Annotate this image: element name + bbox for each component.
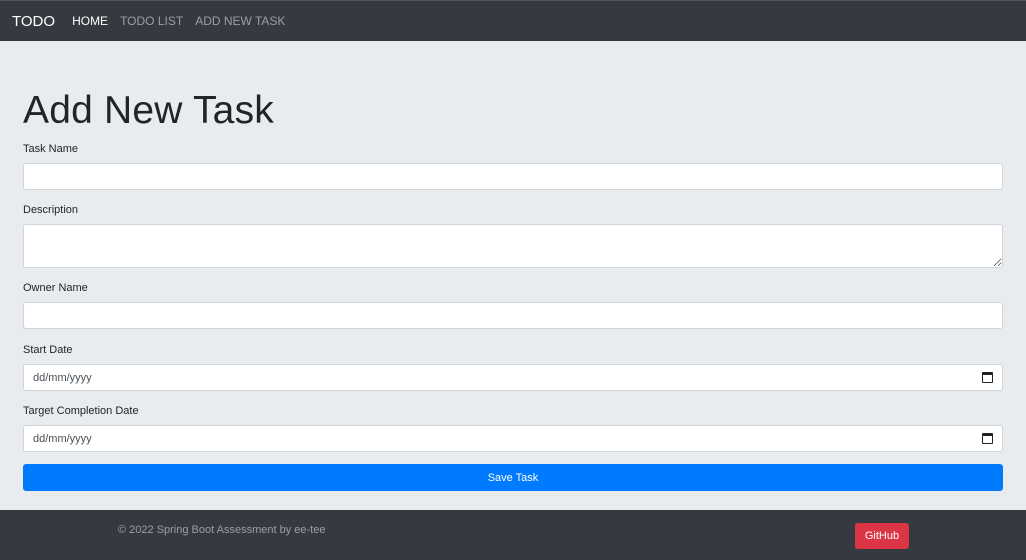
owner-name-label: Owner Name [23, 282, 88, 294]
nav-link-home[interactable]: HOME [72, 14, 108, 28]
top-navbar: TODO HOME TODO LIST ADD NEW TASK [0, 0, 1026, 41]
calendar-icon[interactable] [982, 433, 993, 444]
page-footer: © 2022 Spring Boot Assessment by ee-tee … [0, 510, 1026, 560]
navbar-brand[interactable]: TODO [12, 13, 55, 30]
target-completion-date-input[interactable]: dd/mm/yyyy [23, 425, 1003, 452]
target-completion-date-label: Target Completion Date [23, 405, 139, 417]
description-label: Description [23, 204, 79, 216]
start-date-label: Start Date [23, 344, 73, 356]
start-date-input[interactable]: dd/mm/yyyy [23, 364, 1003, 391]
task-name-input[interactable] [23, 163, 1003, 190]
target-date-placeholder: dd/mm/yyyy [33, 432, 92, 445]
calendar-icon[interactable] [982, 372, 993, 383]
owner-name-input[interactable] [23, 302, 1003, 329]
save-task-button[interactable]: Save Task [23, 464, 1003, 491]
description-textarea[interactable] [23, 224, 1003, 268]
task-name-label: Task Name [23, 143, 79, 155]
start-date-placeholder: dd/mm/yyyy [33, 371, 92, 384]
nav-link-add-new-task[interactable]: ADD NEW TASK [195, 14, 285, 28]
nav-link-todo-list[interactable]: TODO LIST [120, 14, 183, 28]
page-title: Add New Task [23, 89, 274, 132]
github-button[interactable]: GitHub [855, 523, 909, 549]
add-task-form: Add New Task Task Name Description Owner… [23, 41, 1003, 491]
footer-copyright: © 2022 Spring Boot Assessment by ee-tee [118, 524, 326, 536]
